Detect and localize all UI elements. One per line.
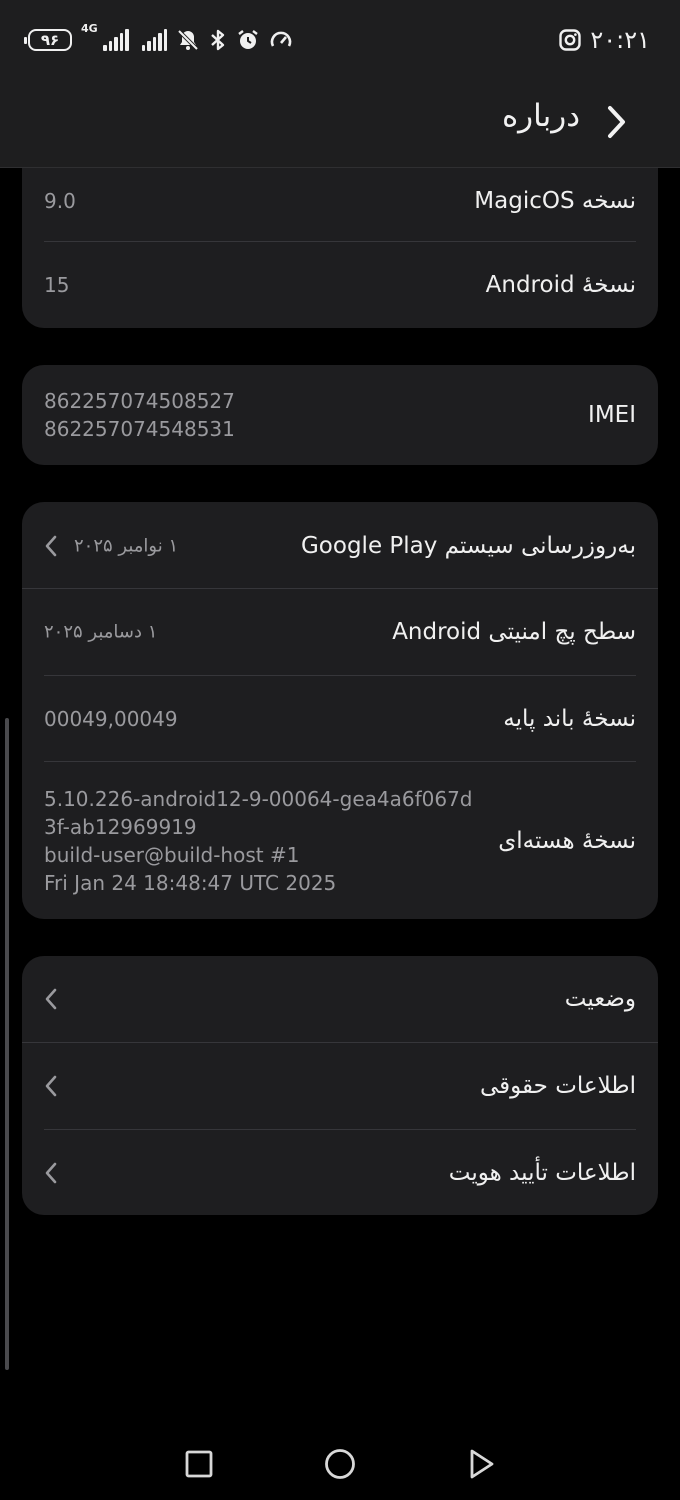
chevron-left-icon	[44, 532, 64, 560]
status-icons-left: ۹۶ 4G	[24, 23, 293, 56]
battery-level: ۹۶	[40, 31, 60, 49]
status-row[interactable]: وضعیت	[22, 956, 658, 1042]
google-play-update-row[interactable]: به‌روزرسانی سیستم Google Play ۱ نوامبر ۲…	[22, 502, 658, 589]
bluetooth-icon	[209, 28, 227, 52]
magicos-version-row: نسخه MagicOS 9.0	[22, 168, 658, 234]
magicos-version-label: نسخه MagicOS	[474, 188, 636, 214]
battery-icon: ۹۶	[24, 29, 72, 51]
chevron-left-icon	[44, 985, 64, 1013]
status-icons-right: ۲۰:۲۱	[558, 24, 650, 56]
system-navigation-bar	[0, 1420, 680, 1500]
baseband-label: نسخهٔ باند پایه	[503, 706, 636, 732]
back-triangle-icon	[470, 1449, 494, 1479]
kernel-line-2: 3f-ab12969919	[44, 814, 197, 839]
system-info-card: به‌روزرسانی سیستم Google Play ۱ نوامبر ۲…	[22, 502, 658, 919]
chevron-left-icon	[44, 1159, 64, 1187]
imei-row: IMEI 862257074508527 862257074548531	[22, 365, 658, 465]
network-type: 4G	[81, 22, 98, 35]
status-clock: ۲۰:۲۱	[590, 26, 650, 54]
kernel-line-3: build-user@build-host #1	[44, 842, 300, 867]
google-play-update-label: به‌روزرسانی سیستم Google Play	[300, 532, 636, 559]
alarm-icon	[236, 28, 260, 52]
magicos-version-value: 9.0	[44, 189, 76, 213]
instagram-icon	[558, 28, 582, 52]
legal-info-row[interactable]: اطلاعات حقوقی	[22, 1043, 658, 1129]
security-patch-value: ۱ دسامبر ۲۰۲۵	[44, 621, 158, 643]
imei-values: 862257074508527 862257074548531	[44, 387, 235, 443]
back-button[interactable]	[596, 100, 636, 144]
imei-value-2: 862257074548531	[44, 417, 235, 441]
android-version-row: نسخهٔ Android 15	[22, 242, 658, 328]
security-patch-label: سطح پچ امنیتی Android	[392, 619, 636, 645]
kernel-version-row: نسخهٔ هسته‌ای 5.10.226-android12-9-00064…	[22, 762, 658, 919]
notifications-off-icon	[176, 28, 200, 52]
kernel-version-value: 5.10.226-android12-9-00064-gea4a6f067d 3…	[44, 785, 473, 897]
chevron-left-icon	[44, 1072, 64, 1100]
baseband-value: 00049,00049	[44, 707, 178, 731]
kernel-line-1: 5.10.226-android12-9-00064-gea4a6f067d	[44, 786, 473, 811]
recents-button[interactable]	[177, 1442, 221, 1486]
links-card: وضعیت اطلاعات حقوقی اطلاعات تأیید هویت	[22, 956, 658, 1215]
security-patch-row: سطح پچ امنیتی Android ۱ دسامبر ۲۰۲۵	[22, 589, 658, 675]
app-bar: درباره	[0, 80, 680, 168]
imei-value-1: 862257074508527	[44, 389, 235, 413]
page-title: درباره	[501, 98, 580, 134]
legal-info-label: اطلاعات حقوقی	[479, 1073, 636, 1099]
scrollbar[interactable]	[5, 718, 9, 1370]
google-play-update-date: ۱ نوامبر ۲۰۲۵	[74, 535, 179, 556]
chevron-right-icon	[608, 106, 625, 138]
status-label: وضعیت	[564, 986, 636, 1012]
status-bar: ۹۶ 4G ۲۰:۲۱	[0, 0, 680, 80]
back-nav-button[interactable]	[460, 1442, 504, 1486]
speedometer-icon	[269, 28, 293, 52]
imei-label: IMEI	[588, 402, 636, 428]
android-version-label: نسخهٔ Android	[485, 272, 636, 298]
recents-square-icon	[185, 1450, 213, 1478]
imei-card: IMEI 862257074508527 862257074548531	[22, 365, 658, 465]
signal-icon	[141, 29, 167, 51]
kernel-version-label: نسخهٔ هسته‌ای	[498, 827, 636, 854]
baseband-row: نسخهٔ باند پایه 00049,00049	[22, 676, 658, 762]
home-button[interactable]	[318, 1442, 362, 1486]
home-circle-icon	[325, 1449, 355, 1479]
about-screen: ۹۶ 4G ۲۰:۲۱ درباره نسخه MagicOS 9.0 نسخه…	[0, 0, 680, 1500]
kernel-line-4: Fri Jan 24 18:48:47 UTC 2025	[44, 870, 337, 895]
android-version-value: 15	[44, 273, 70, 297]
certification-info-label: اطلاعات تأیید هویت	[448, 1159, 636, 1186]
certification-info-row[interactable]: اطلاعات تأیید هویت	[22, 1130, 658, 1215]
os-version-card: نسخه MagicOS 9.0 نسخهٔ Android 15	[22, 168, 658, 328]
signal-4g-icon: 4G	[81, 23, 129, 51]
